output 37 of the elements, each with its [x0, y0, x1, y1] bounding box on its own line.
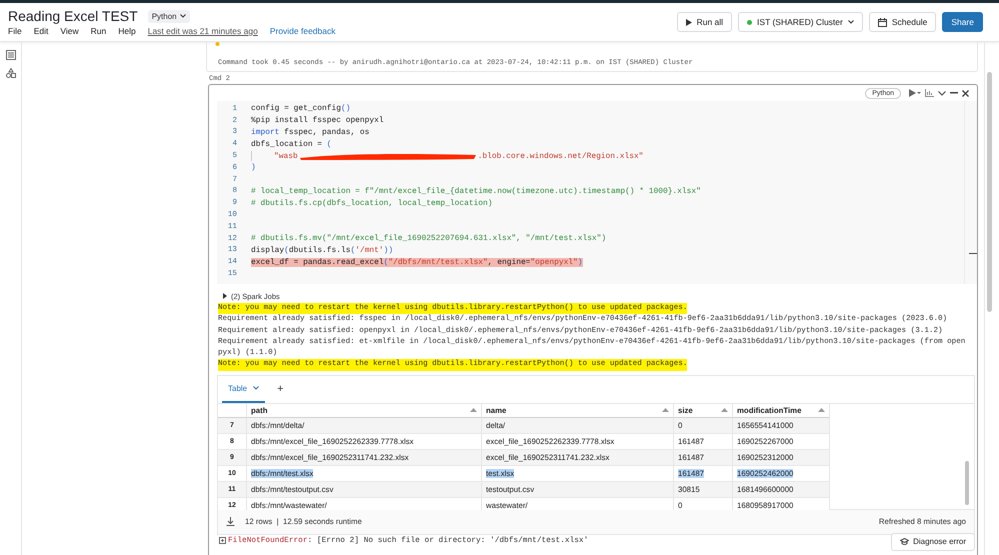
sort-icon — [662, 408, 669, 412]
table-of-contents-icon[interactable] — [6, 50, 16, 60]
menu-item[interactable]: Help — [118, 26, 136, 36]
shapes-icon[interactable] — [6, 68, 16, 78]
schedule-button[interactable]: Schedule — [868, 12, 936, 32]
expand-icon[interactable] — [219, 537, 226, 544]
sort-icon — [818, 408, 825, 412]
code-editor[interactable] — [217, 101, 977, 284]
close-icon[interactable] — [962, 90, 969, 96]
graduation-cap-icon — [900, 538, 910, 546]
language-selector[interactable]: Python — [148, 10, 190, 22]
sort-icon — [470, 408, 477, 412]
notebook-title: Reading Excel TEST — [8, 8, 138, 24]
minimize-icon[interactable] — [950, 92, 958, 94]
last-edit-link[interactable]: Last edit was 21 minutes ago — [148, 26, 258, 36]
run-cell-icon[interactable] — [909, 89, 921, 97]
run-button[interactable]: Run all — [676, 12, 732, 32]
menu-item[interactable]: Edit — [34, 26, 48, 36]
feedback-link[interactable]: Provide feedback — [270, 26, 336, 36]
chevron-down-icon — [180, 14, 186, 18]
menu-item[interactable]: View — [60, 26, 79, 36]
result-tab[interactable]: Table — [222, 384, 266, 403]
sort-icon — [721, 408, 728, 412]
chevron-down-icon — [253, 386, 260, 390]
caret-right-icon — [223, 293, 227, 300]
chevron-down-icon[interactable] — [938, 90, 946, 96]
calendar-icon — [878, 18, 887, 26]
chart-icon[interactable] — [925, 89, 934, 97]
menu-item[interactable]: File — [8, 26, 22, 36]
play-icon — [686, 18, 692, 26]
share-button[interactable]: Share — [942, 12, 983, 32]
download-icon[interactable] — [226, 517, 235, 526]
cluster-selector[interactable]: IST (SHARED) Cluster — [738, 12, 863, 32]
add-tab-button[interactable]: + — [277, 382, 284, 403]
menu-item[interactable]: Run — [90, 26, 106, 36]
chevron-down-icon — [848, 20, 854, 24]
diagnose-error-button[interactable]: Diagnose error — [891, 532, 975, 551]
